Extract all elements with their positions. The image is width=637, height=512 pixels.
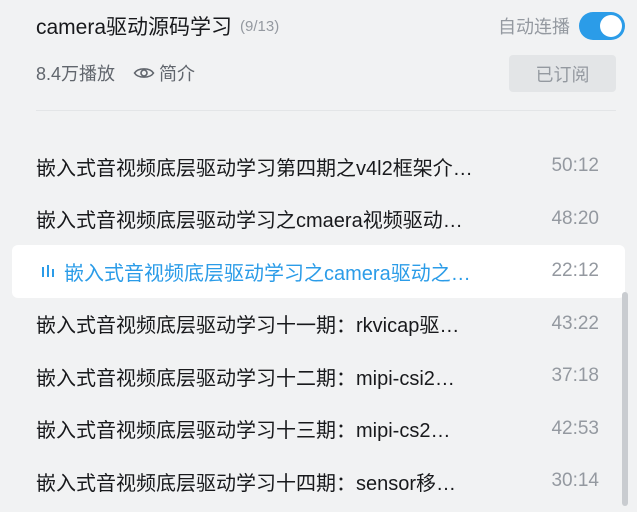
divider [36, 110, 616, 111]
episode-title: 嵌入式音视频底层驱动学习十三期：mipi-cs2… [36, 420, 451, 443]
list-item[interactable]: 嵌入式音视频底层驱动学习十一期：rkvicap驱… 43:22 [12, 298, 625, 351]
list-item[interactable]: 嵌入式音视频底层驱动学习第四期之v4l2框架介… 50:12 [12, 140, 625, 193]
list-item[interactable]: 嵌入式音视频底层驱动学习十二期：mipi-csi2… 37:18 [12, 350, 625, 403]
playing-icon [42, 265, 54, 278]
subscribe-button[interactable]: 已订阅 [509, 55, 616, 92]
episode-duration: 48:20 [551, 207, 599, 229]
episode-title-active: 嵌入式音视频底层驱动学习之camera驱动之… [42, 257, 516, 286]
eye-icon [133, 68, 155, 78]
episode-title: 嵌入式音视频底层驱动学习之cmaera视频驱动… [36, 210, 463, 233]
scrollbar[interactable] [622, 292, 628, 506]
episode-title: 嵌入式音视频底层驱动学习十一期：rkvicap驱… [36, 315, 460, 338]
episode-title-text: 嵌入式音视频底层驱动学习之camera驱动之… [64, 262, 471, 285]
episode-duration: 22:12 [551, 260, 599, 282]
list-item[interactable]: 嵌入式音视频底层驱动学习十四期：sensor移… 30:14 [12, 455, 625, 508]
meta-row: 8.4万播放 简介 [36, 56, 195, 90]
episode-title: 嵌入式音视频底层驱动学习第四期之v4l2框架介… [36, 157, 473, 180]
episode-duration: 37:18 [551, 365, 599, 387]
intro-label: 简介 [159, 64, 196, 84]
episode-title: 嵌入式音视频底层驱动学习十四期：sensor移… [36, 472, 457, 495]
episode-duration: 42:53 [551, 417, 599, 439]
episode-list: 嵌入式音视频底层驱动学习第四期之v4l2框架介… 50:12 嵌入式音视频底层驱… [12, 140, 625, 508]
toggle-knob [600, 15, 622, 37]
episode-title: 嵌入式音视频底层驱动学习十二期：mipi-csi2… [36, 367, 455, 390]
intro-link[interactable]: 简介 [133, 60, 195, 86]
playlist-panel: camera驱动源码学习 (9/13) 自动连播 8.4万播放 简介 已订阅 嵌… [12, 0, 625, 512]
episode-duration: 43:22 [551, 312, 599, 334]
playlist-header: camera驱动源码学习 (9/13) 自动连播 8.4万播放 简介 已订阅 [12, 0, 625, 112]
list-item-active[interactable]: 嵌入式音视频底层驱动学习之camera驱动之… 22:12 [12, 245, 625, 298]
autoplay-label: 自动连播 [498, 17, 570, 37]
autoplay-toggle[interactable] [579, 12, 625, 40]
playlist-title[interactable]: camera驱动源码学习 [36, 11, 232, 41]
episode-duration: 50:12 [551, 155, 599, 177]
episode-count: (9/13) [240, 17, 280, 35]
autoplay-control: 自动连播 [498, 8, 625, 44]
view-count: 8.4万播放 [36, 64, 116, 84]
episode-duration: 30:14 [551, 470, 599, 492]
list-item[interactable]: 嵌入式音视频底层驱动学习之cmaera视频驱动… 48:20 [12, 193, 625, 246]
list-item[interactable]: 嵌入式音视频底层驱动学习十三期：mipi-cs2… 42:53 [12, 403, 625, 456]
